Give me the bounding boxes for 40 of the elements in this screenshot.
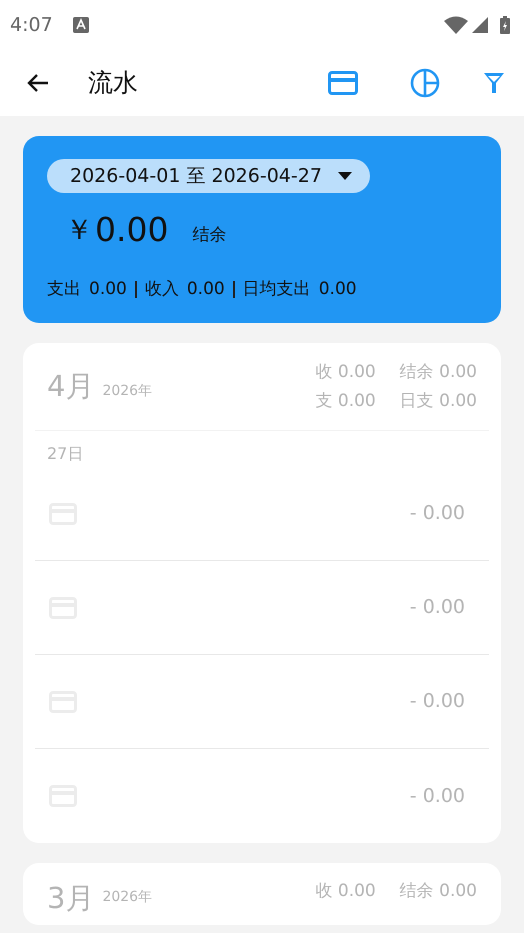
day-label: 27日 bbox=[46, 443, 84, 465]
entry-row[interactable]: - 0.00 bbox=[35, 467, 489, 561]
month-stat: 收 0.00 bbox=[315, 360, 376, 384]
month-stat: 日支 0.00 bbox=[400, 390, 477, 412]
balance-amount: 0.00 bbox=[95, 209, 168, 251]
month-label: 4月 bbox=[47, 368, 94, 405]
month-stat: 支 0.00 bbox=[315, 390, 376, 412]
back-icon[interactable] bbox=[26, 73, 50, 93]
year-label: 2026年 bbox=[102, 382, 152, 401]
entry-amount: - 0.00 bbox=[410, 784, 465, 809]
stat-value: 0.00 bbox=[318, 278, 357, 300]
battery-icon bbox=[500, 16, 510, 34]
pie-chart-icon[interactable] bbox=[410, 68, 440, 98]
entry-row[interactable]: - 0.00 bbox=[35, 561, 489, 655]
dropdown-caret-icon bbox=[338, 172, 352, 180]
month-stat: 结余 0.00 bbox=[400, 360, 477, 384]
signal-icon bbox=[472, 17, 488, 33]
entry-amount: - 0.00 bbox=[410, 689, 465, 714]
page-title: 流水 bbox=[88, 67, 138, 100]
stat-value: 0.00 bbox=[89, 278, 127, 300]
card-icon[interactable] bbox=[328, 71, 358, 95]
status-time: 4:07 bbox=[10, 12, 53, 38]
month-label: 3月 bbox=[47, 880, 94, 917]
date-range-selector[interactable]: 2026-04-01 至 2026-04-27 bbox=[47, 159, 370, 193]
month-stat: 收 0.00 bbox=[315, 880, 376, 903]
balance-label: 结余 bbox=[192, 224, 226, 247]
filter-icon[interactable] bbox=[482, 71, 506, 95]
entry-row[interactable]: - 0.00 bbox=[35, 749, 489, 843]
currency-symbol: ￥ bbox=[65, 212, 93, 248]
stat-label: 收入 bbox=[144, 278, 179, 300]
entry-amount: - 0.00 bbox=[410, 501, 465, 526]
entry-amount: - 0.00 bbox=[410, 595, 465, 620]
stat-value: 0.00 bbox=[186, 278, 225, 300]
stat-label: 支出 bbox=[47, 278, 81, 300]
entry-row[interactable]: - 0.00 bbox=[35, 655, 489, 749]
month-stat: 结余 0.00 bbox=[400, 880, 477, 903]
wifi-icon bbox=[444, 16, 468, 34]
keyboard-icon bbox=[72, 17, 89, 33]
year-label: 2026年 bbox=[102, 888, 152, 907]
stat-label: 日均支出 bbox=[242, 278, 311, 300]
